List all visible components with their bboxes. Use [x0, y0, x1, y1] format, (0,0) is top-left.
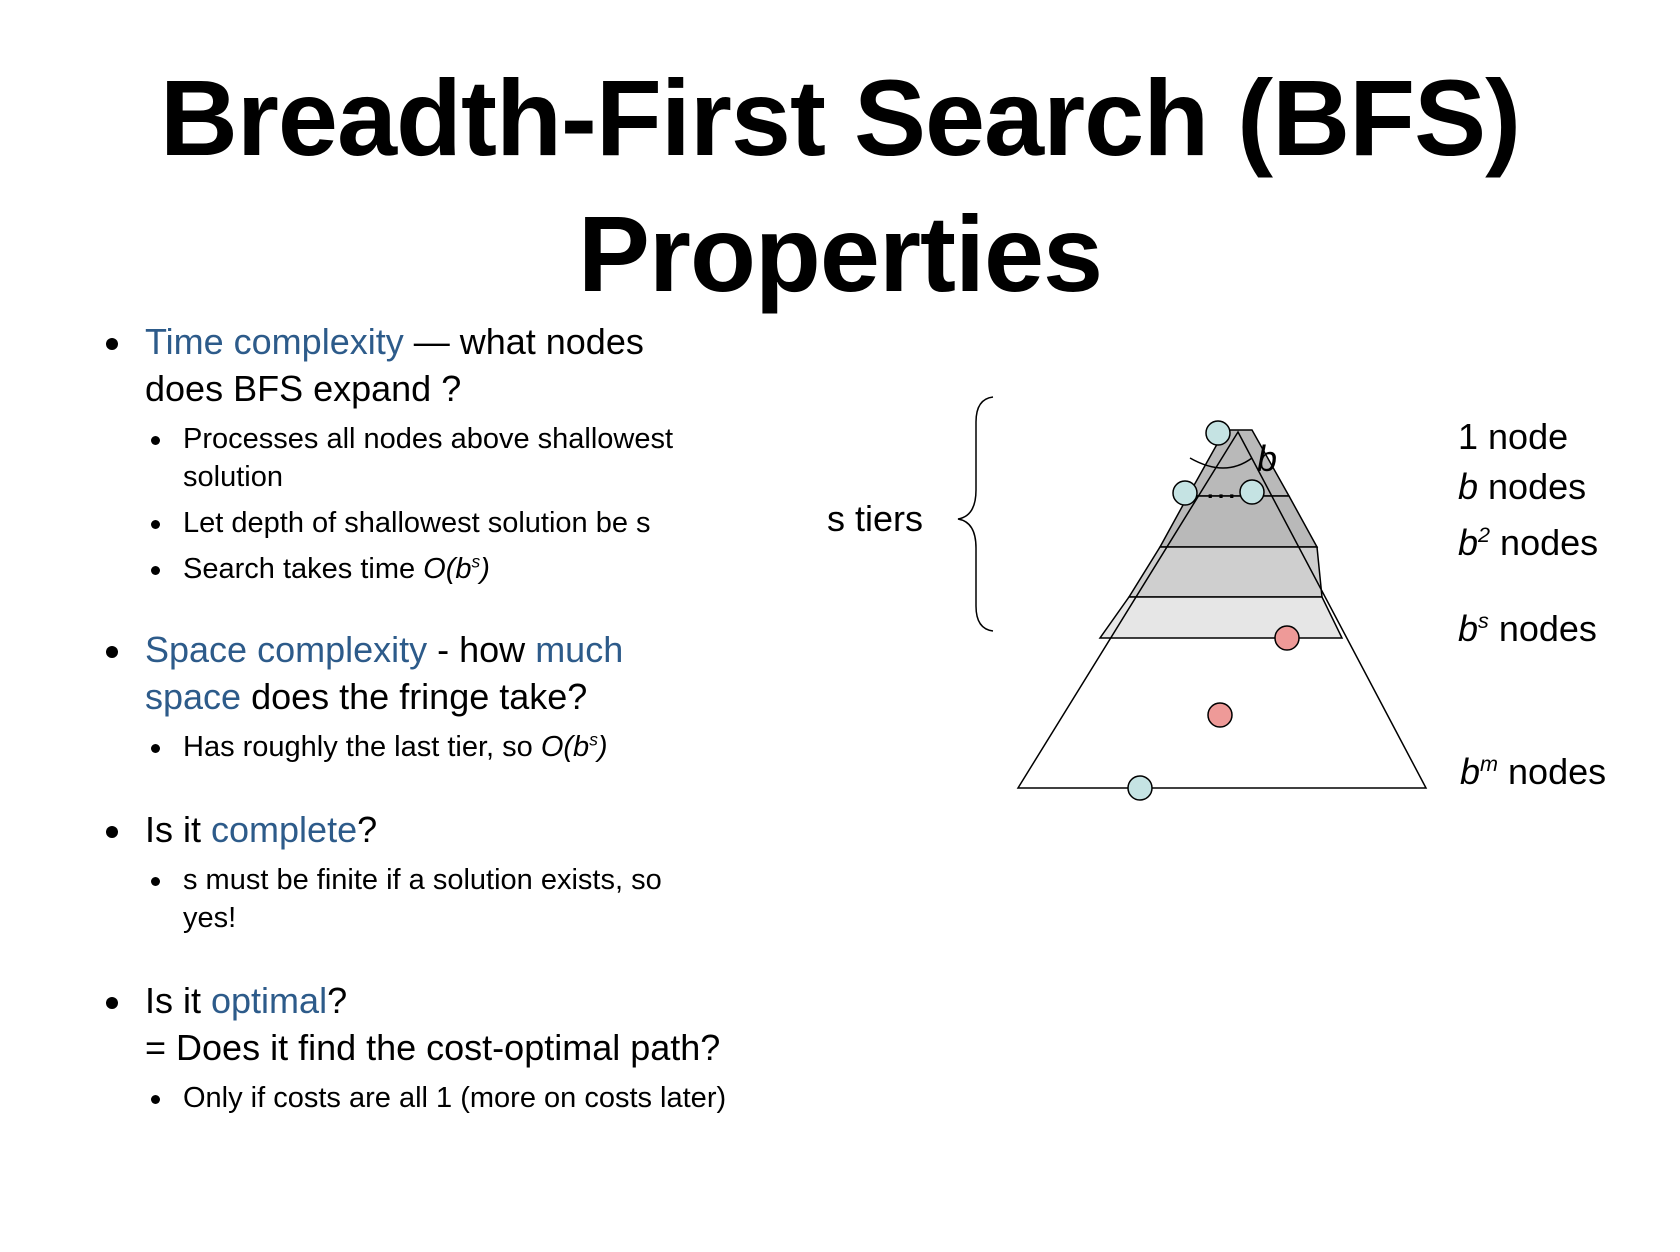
- solution-node-shallow: [1274, 625, 1300, 651]
- child-node-left: [1172, 480, 1198, 506]
- root-node: [1205, 420, 1231, 446]
- child-node-right: [1239, 479, 1265, 505]
- level-label-3: bs nodes: [1458, 608, 1597, 649]
- solution-node-deep: [1207, 702, 1233, 728]
- tiers-brace: [957, 396, 994, 632]
- branching-factor-label: b: [1257, 438, 1278, 479]
- level-label-2: b2 nodes: [1458, 522, 1599, 563]
- tiers-label: s tiers: [827, 498, 924, 539]
- bfs-tree-diagram: [957, 396, 1428, 801]
- ellipsis-label: …: [1204, 468, 1238, 506]
- tier-2: [1127, 546, 1323, 598]
- leaf-node: [1127, 775, 1153, 801]
- level-label-1: b nodes: [1458, 466, 1587, 507]
- level-label-4: bm nodes: [1460, 751, 1607, 792]
- level-label-0: 1 node: [1458, 416, 1569, 457]
- tier-3: [1098, 596, 1344, 639]
